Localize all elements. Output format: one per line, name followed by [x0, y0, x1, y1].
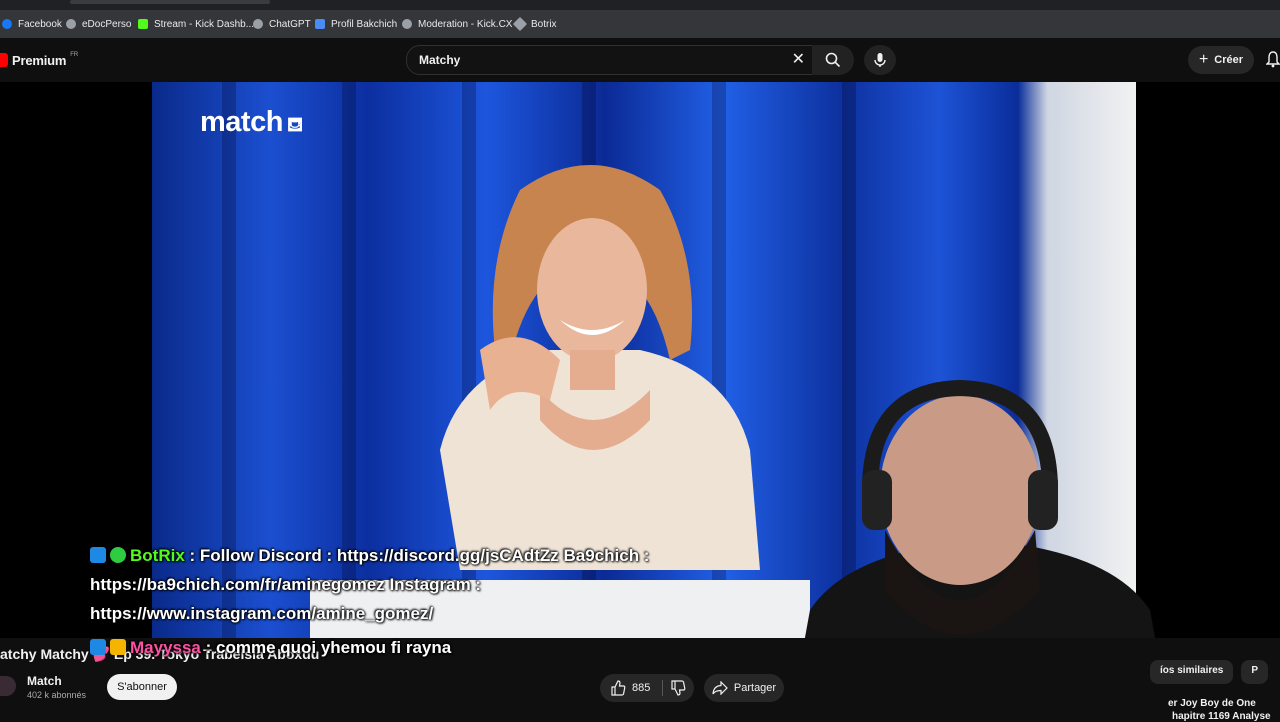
youtube-premium-logo[interactable]: Premium FR	[0, 51, 78, 69]
bookmark-botrix[interactable]: Botrix	[512, 10, 557, 38]
search-icon	[825, 52, 841, 68]
botrix-icon	[512, 16, 528, 32]
subscribe-button[interactable]: S'abonner	[107, 674, 177, 700]
brand-logo-text: match	[200, 106, 283, 138]
plus-icon: +	[1198, 51, 1209, 68]
microphone-icon	[874, 53, 886, 67]
share-label: Partager	[733, 682, 777, 694]
share-button[interactable]: Partager	[704, 674, 784, 702]
recommended-video-title[interactable]: er Joy Boy de One	[1168, 698, 1256, 709]
bookmarks-bar: Facebook eDocPerso Stream - Kick Dashb..…	[0, 10, 1280, 39]
chat-message-mayyssa: Mayyssa : comme quoi yhemou fi rayna	[90, 638, 451, 658]
chat-message-botrix: BotRix : Follow Discord : https://discor…	[90, 546, 649, 566]
moderator-badge-icon	[90, 547, 106, 563]
thumbs-down-icon	[671, 680, 686, 696]
bookmark-b-icon	[315, 19, 325, 29]
address-bar-fragment[interactable]	[70, 0, 270, 4]
logo-region: FR	[70, 52, 79, 58]
bookmark-profil-bakchich[interactable]: Profil Bakchich	[315, 10, 397, 38]
bookmark-label: eDocPerso	[82, 18, 132, 30]
recommended-video-title-line2[interactable]: hapitre 1169 Analyse	[1172, 711, 1271, 722]
chip-similar-videos[interactable]: íos similaires	[1150, 660, 1234, 684]
thumbs-up-icon	[611, 680, 626, 696]
share-icon	[712, 681, 728, 695]
create-button[interactable]: + Créer	[1188, 46, 1254, 74]
chat-text: : Follow Discord : https://discord.gg/js…	[184, 546, 650, 565]
voice-search-button[interactable]	[864, 45, 896, 75]
sub-badge-icon	[110, 639, 126, 655]
divider	[662, 680, 663, 696]
youtube-logo-icon	[0, 53, 8, 67]
channel-name[interactable]: Match	[27, 674, 62, 688]
facebook-icon	[2, 19, 12, 29]
verified-badge-icon	[110, 547, 126, 563]
subscriber-count: 402 k abonnés	[27, 690, 87, 700]
chat-text: : comme quoi yhemou fi rayna	[200, 638, 452, 657]
dislike-button[interactable]	[670, 680, 686, 701]
search-button[interactable]	[812, 45, 854, 75]
bookmark-label: Moderation - Kick.CX	[418, 18, 513, 30]
chat-username: Mayyssa	[130, 638, 201, 657]
clear-search-icon[interactable]: ✕	[792, 49, 805, 69]
bookmark-edocperso[interactable]: eDocPerso	[66, 10, 131, 38]
like-count: 885	[632, 682, 651, 694]
bookmark-moderation-kick[interactable]: Moderation - Kick.CX	[402, 10, 512, 38]
bookmark-label: Stream - Kick Dashb...	[154, 18, 255, 30]
logo-text: Premium	[12, 52, 67, 68]
chip-next[interactable]: P	[1241, 660, 1269, 684]
bookmark-chatgpt[interactable]: ChatGPT	[253, 10, 311, 38]
bookmark-label: Botrix	[531, 18, 557, 30]
create-label: Créer	[1214, 54, 1244, 66]
browser-tab-strip	[0, 0, 1280, 10]
chat-text-line: https://ba9chich.com/fr/aminegomez Insta…	[90, 575, 482, 594]
search-value: Matchy	[419, 53, 461, 67]
bookmark-label: Profil Bakchich	[331, 18, 398, 30]
search-input[interactable]: Matchy ✕	[406, 45, 814, 75]
like-dislike-group: 885	[600, 674, 694, 702]
chatgpt-icon	[253, 19, 263, 29]
kick-icon	[138, 19, 148, 29]
chat-username: BotRix	[130, 546, 185, 565]
bookmark-kick-dashboard[interactable]: Stream - Kick Dashb...	[138, 10, 254, 38]
notifications-button[interactable]	[1265, 50, 1280, 70]
bookmark-facebook[interactable]: Facebook	[2, 10, 62, 38]
bookmark-label: Facebook	[18, 18, 62, 30]
woman-figure	[440, 165, 760, 570]
moderator-badge-icon	[90, 639, 106, 655]
handshake-icon: ⛾	[286, 114, 303, 136]
bell-icon	[1265, 51, 1280, 68]
like-button[interactable]: 885	[610, 680, 650, 696]
shield-icon	[402, 19, 412, 29]
bookmark-label: ChatGPT	[269, 18, 311, 30]
youtube-header: Premium FR Matchy ✕ + Créer	[0, 38, 1280, 82]
globe-icon	[66, 19, 76, 29]
chat-text-line: https://www.instagram.com/amine_gomez/	[90, 604, 434, 623]
recommendation-chips: íos similaires P	[1150, 660, 1269, 684]
match-brand-logo: match ⛾	[200, 106, 303, 139]
